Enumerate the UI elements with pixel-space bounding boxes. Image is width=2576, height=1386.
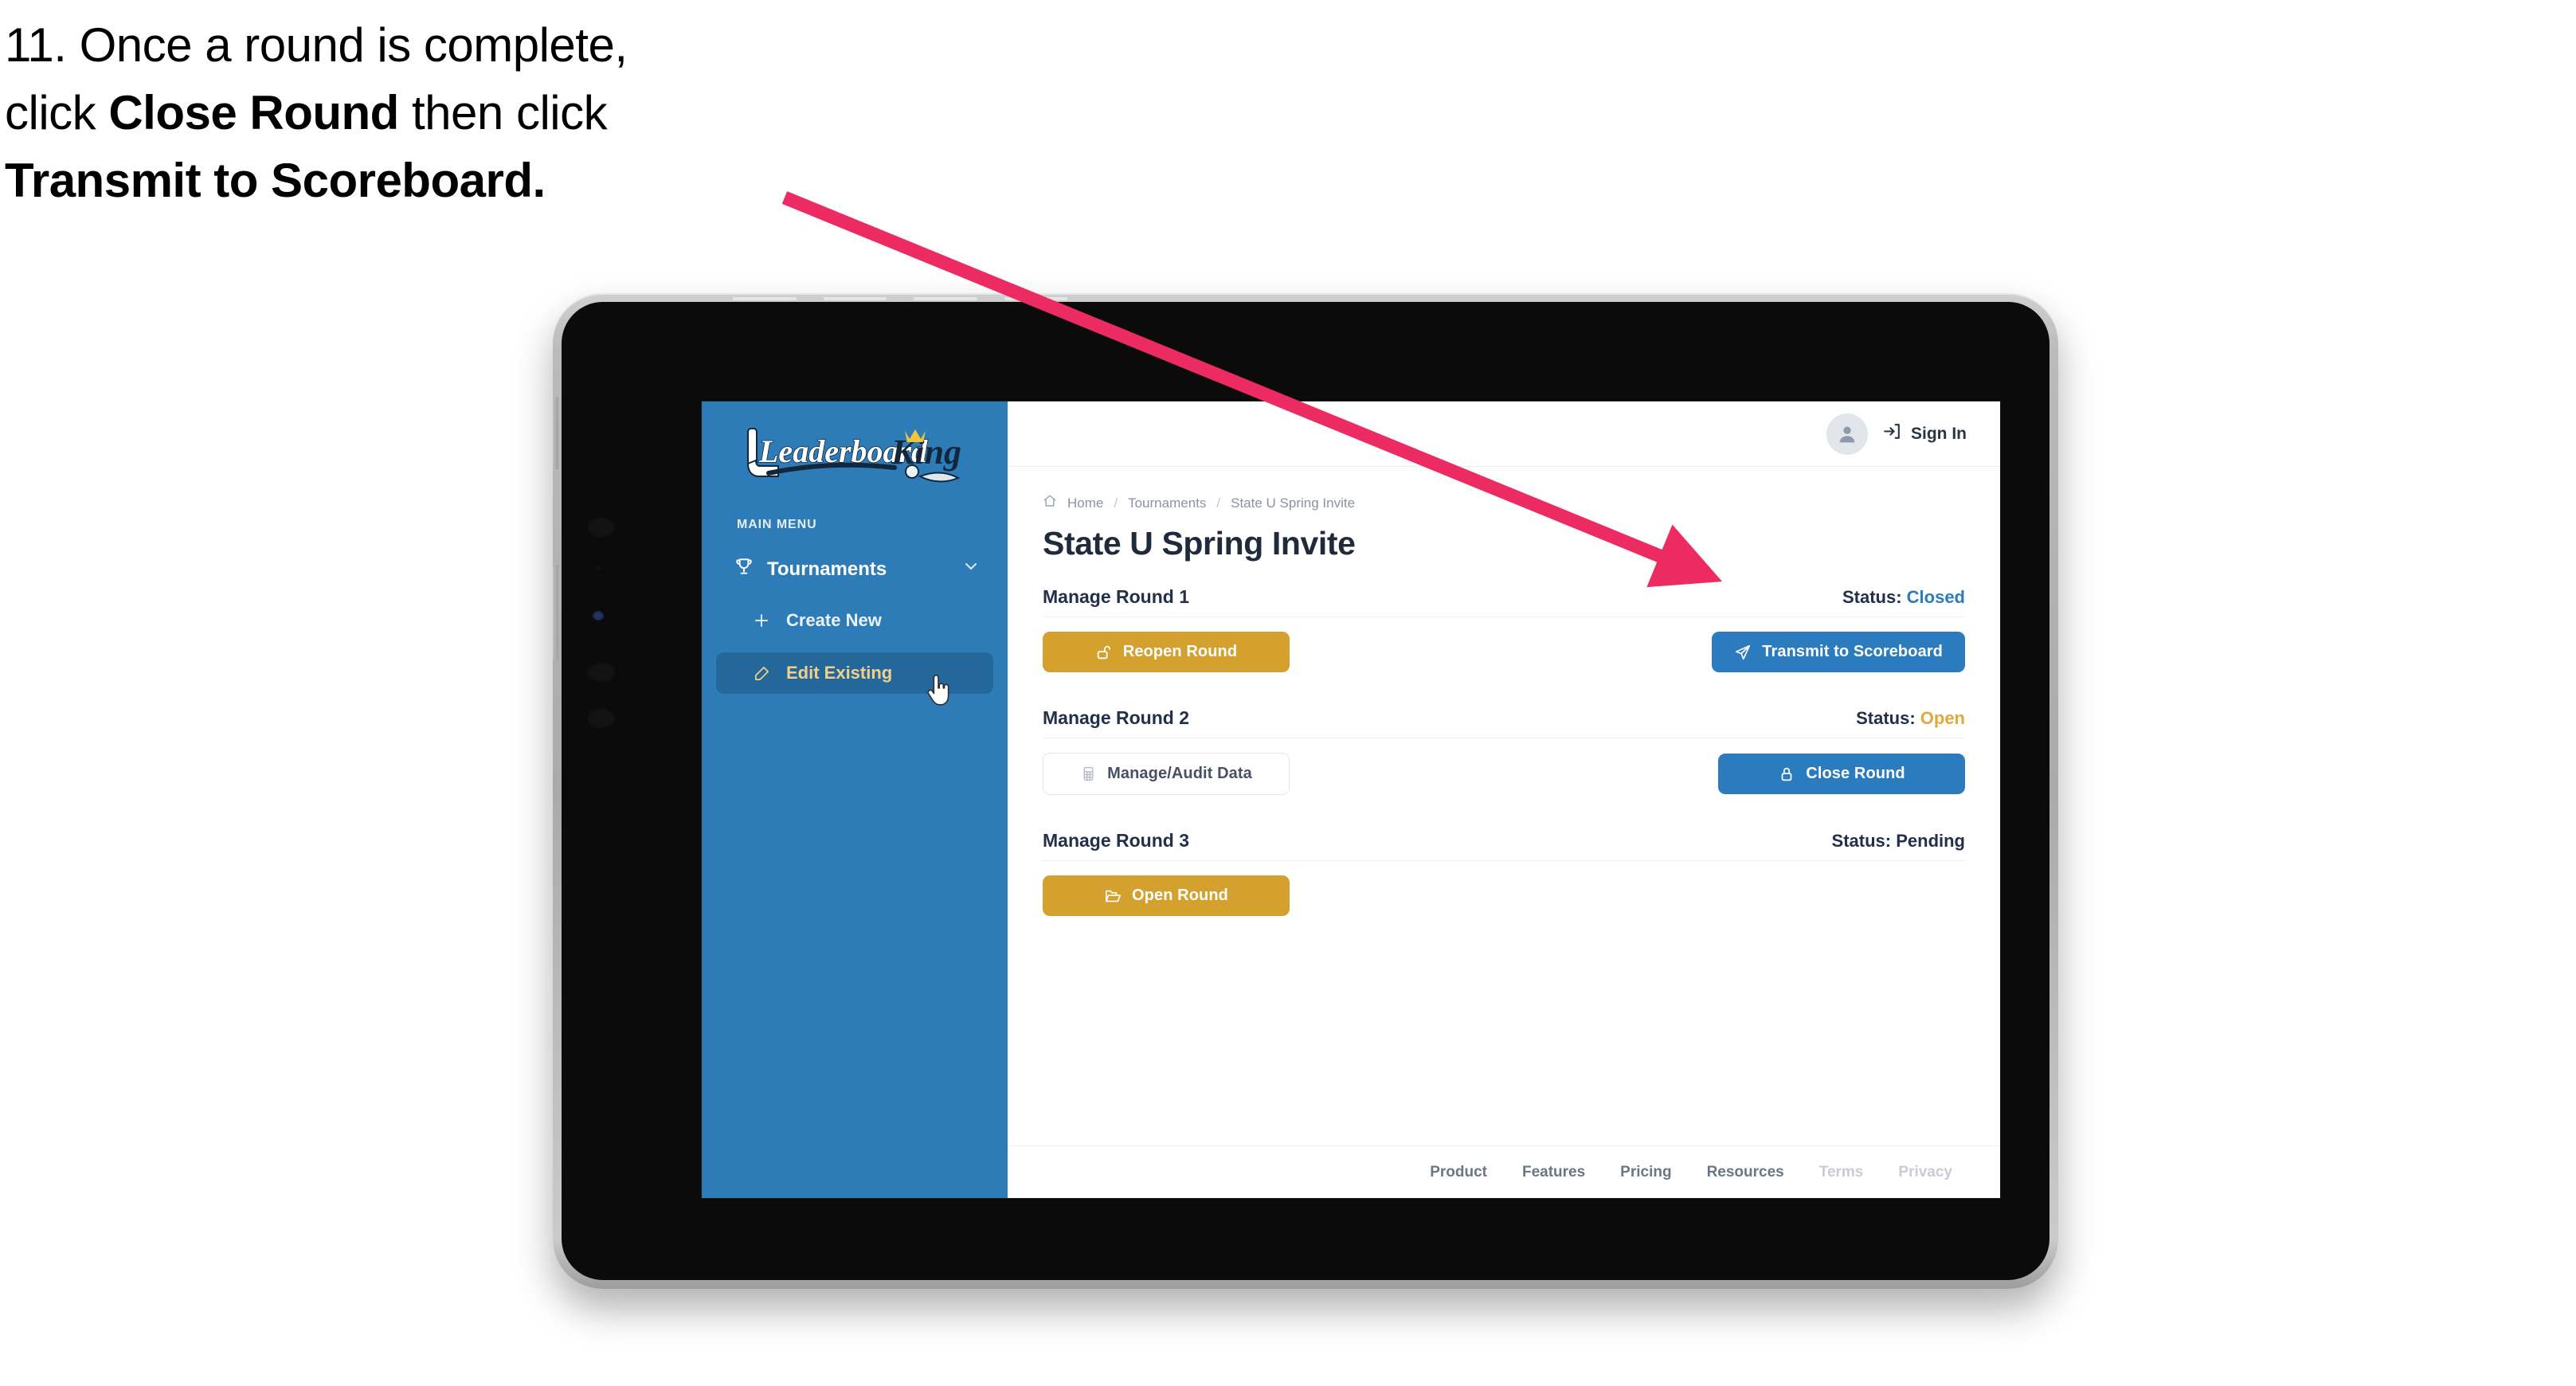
caption-line-2-pre: click <box>5 86 109 140</box>
breadcrumb-separator: / <box>1216 495 1221 511</box>
footer-link-privacy[interactable]: Privacy <box>1898 1164 1952 1181</box>
round-block-3: Manage Round 3 Status: Pending Open Roun… <box>1043 830 1965 916</box>
indicator-led <box>593 611 604 621</box>
caption-close-round-emphasis: Close Round <box>108 86 399 140</box>
open-round-button[interactable]: Open Round <box>1043 875 1290 916</box>
sign-in-button[interactable]: Sign In <box>1882 421 1967 446</box>
home-icon[interactable] <box>1043 494 1057 512</box>
page-title: State U Spring Invite <box>1043 525 1356 562</box>
status-label: Status: <box>1856 708 1916 728</box>
round-header: Manage Round 1 Status: Closed <box>1043 586 1965 617</box>
sidebar-group-tournaments[interactable]: Tournaments <box>702 550 1008 589</box>
round-status: Status: Closed <box>1842 587 1965 608</box>
round-header: Manage Round 3 Status: Pending <box>1043 830 1965 861</box>
breadcrumb-current: State U Spring Invite <box>1231 495 1356 511</box>
round-actions: Reopen Round Transmit to Scoreboard <box>1043 632 1965 672</box>
tablet-bezel: Leaderboard King MAIN MENU Tournaments C… <box>553 297 2049 1280</box>
button-label: Close Round <box>1806 765 1905 782</box>
plus-icon <box>751 610 772 631</box>
sign-in-arrow-icon <box>1882 421 1902 446</box>
footer-link-resources[interactable]: Resources <box>1707 1164 1784 1181</box>
round-name: Manage Round 1 <box>1043 586 1190 607</box>
breadcrumb-home[interactable]: Home <box>1067 495 1103 511</box>
caption-line-2-post: then click <box>398 86 608 140</box>
caption-line-1: 11. Once a round is complete, <box>5 18 628 72</box>
front-camera <box>587 517 616 538</box>
button-label: Reopen Round <box>1122 643 1238 660</box>
table-grid-icon <box>1080 765 1097 782</box>
transmit-to-scoreboard-button[interactable]: Transmit to Scoreboard <box>1712 632 1965 672</box>
sensor-dot <box>594 565 601 572</box>
microphone-hole <box>587 662 616 683</box>
chevron-down-icon[interactable] <box>961 557 981 581</box>
round-block-2: Manage Round 2 Status: Open Manage/Audit… <box>1043 707 1965 795</box>
pointing-hand-cursor <box>925 674 952 707</box>
status-badge: Open <box>1920 708 1965 728</box>
round-actions: Open Round <box>1043 875 1965 916</box>
breadcrumb-separator: / <box>1114 495 1118 511</box>
sidebar-item-label: Create New <box>786 610 882 630</box>
status-label: Status: <box>1831 831 1892 851</box>
unlock-icon <box>1095 644 1113 661</box>
footer-link-terms[interactable]: Terms <box>1819 1164 1864 1181</box>
tablet-device-frame: Leaderboard King MAIN MENU Tournaments C… <box>553 293 2058 1289</box>
edit-square-icon <box>751 663 772 683</box>
round-status: Status: Open <box>1856 708 1965 729</box>
lock-icon <box>1778 765 1795 783</box>
leaderboardking-logo[interactable]: Leaderboard King <box>702 422 1008 491</box>
button-label: Transmit to Scoreboard <box>1762 643 1943 660</box>
breadcrumb-tournaments[interactable]: Tournaments <box>1128 495 1206 511</box>
top-bar: Sign In <box>1008 401 2000 467</box>
svg-text:King: King <box>891 433 961 472</box>
sidebar: Leaderboard King MAIN MENU Tournaments C… <box>702 401 1008 1198</box>
app-screen: Leaderboard King MAIN MENU Tournaments C… <box>702 401 2000 1198</box>
close-round-button[interactable]: Close Round <box>1718 754 1965 794</box>
round-header: Manage Round 2 Status: Open <box>1043 707 1965 738</box>
round-block-1: Manage Round 1 Status: Closed Reopen Rou… <box>1043 586 1965 672</box>
secondary-sensor <box>587 708 616 729</box>
volume-button[interactable] <box>553 565 558 660</box>
status-badge: Pending <box>1896 831 1965 851</box>
speaker-grille <box>733 296 1067 301</box>
paper-plane-icon <box>1734 644 1752 661</box>
footer-link-features[interactable]: Features <box>1522 1164 1585 1181</box>
footer-link-pricing[interactable]: Pricing <box>1620 1164 1671 1181</box>
sidebar-item-edit-existing[interactable]: Edit Existing <box>716 652 993 706</box>
status-badge: Closed <box>1906 587 1965 607</box>
caption-line-2: click Close Round then click <box>5 79 849 147</box>
trophy-icon <box>734 556 754 582</box>
status-label: Status: <box>1842 587 1902 607</box>
footer-nav: Product Features Pricing Resources Terms… <box>1008 1145 2000 1198</box>
sign-in-label: Sign In <box>1911 424 1967 443</box>
breadcrumb: Home / Tournaments / State U Spring Invi… <box>1043 494 1965 512</box>
power-button[interactable] <box>553 397 558 469</box>
round-actions: Manage/Audit Data Close Round <box>1043 753 1965 795</box>
round-status: Status: Pending <box>1832 831 1965 852</box>
avatar[interactable] <box>1826 413 1868 455</box>
round-name: Manage Round 3 <box>1043 830 1190 851</box>
button-label: Open Round <box>1132 887 1228 904</box>
caption-transmit-emphasis: Transmit to Scoreboard. <box>5 154 546 208</box>
manage-audit-data-button[interactable]: Manage/Audit Data <box>1043 753 1290 795</box>
sidebar-item-label: Edit Existing <box>786 663 893 683</box>
sidebar-item-create-new[interactable]: Create New <box>716 600 993 641</box>
footer-link-product[interactable]: Product <box>1430 1164 1487 1181</box>
round-name: Manage Round 2 <box>1043 707 1190 728</box>
main-menu-label: MAIN MENU <box>737 518 817 531</box>
folder-open-icon <box>1104 887 1122 905</box>
main-column: Sign In Home / Tournaments / State U Spr… <box>1008 401 2000 1198</box>
reopen-round-button[interactable]: Reopen Round <box>1043 632 1290 672</box>
caption-line-3: Transmit to Scoreboard. <box>5 147 849 214</box>
instruction-caption: 11. Once a round is complete, click Clos… <box>5 11 849 215</box>
button-label: Manage/Audit Data <box>1107 765 1252 782</box>
page-content: Home / Tournaments / State U Spring Invi… <box>1008 467 2000 1145</box>
sidebar-group-label: Tournaments <box>767 558 887 580</box>
